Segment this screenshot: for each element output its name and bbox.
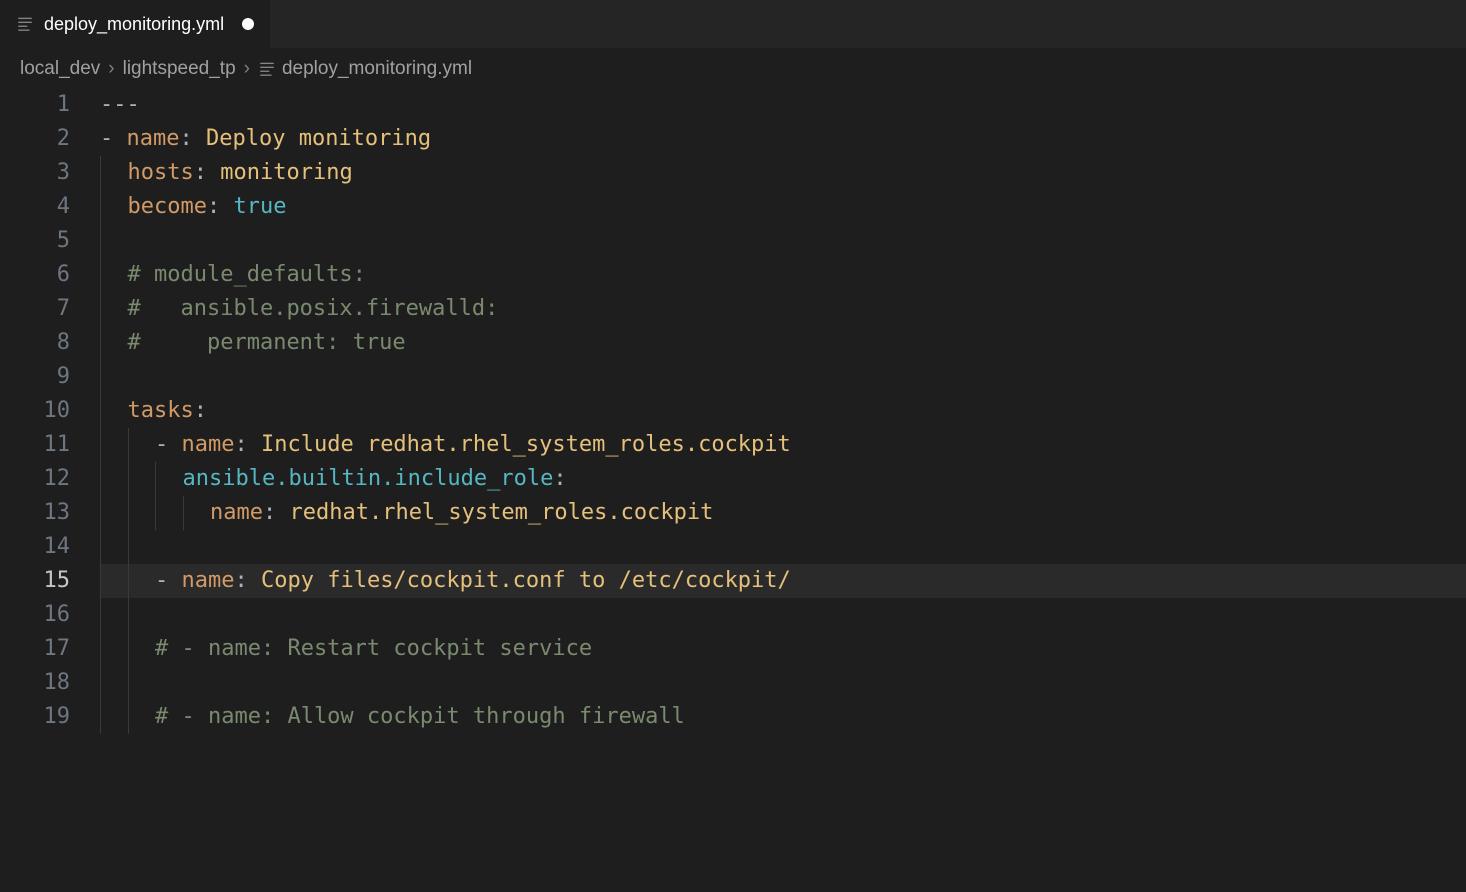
code-line[interactable] xyxy=(100,224,1466,258)
line-number: 5 xyxy=(0,224,70,258)
code-line[interactable] xyxy=(100,666,1466,700)
breadcrumb-item-file[interactable]: deploy_monitoring.yml xyxy=(258,58,472,80)
line-number: 4 xyxy=(0,190,70,224)
line-number: 15 xyxy=(0,564,70,598)
code-line[interactable]: - name: Include redhat.rhel_system_roles… xyxy=(100,428,1466,462)
code-line[interactable]: # ansible.posix.firewalld: xyxy=(100,292,1466,326)
tab-label: deploy_monitoring.yml xyxy=(44,14,224,35)
code-line[interactable] xyxy=(100,360,1466,394)
code-line[interactable]: # - name: Allow cockpit through firewall xyxy=(100,700,1466,734)
line-number: 18 xyxy=(0,666,70,700)
code-line[interactable]: hosts: monitoring xyxy=(100,156,1466,190)
code-line[interactable]: become: true xyxy=(100,190,1466,224)
code-line[interactable]: # module_defaults: xyxy=(100,258,1466,292)
file-lines-icon xyxy=(16,15,34,33)
breadcrumb-item[interactable]: lightspeed_tp xyxy=(123,58,236,80)
line-number: 13 xyxy=(0,496,70,530)
code-line[interactable]: # permanent: true xyxy=(100,326,1466,360)
tab-deploy-monitoring[interactable]: deploy_monitoring.yml xyxy=(0,0,271,48)
file-lines-icon xyxy=(258,60,276,78)
code-line[interactable] xyxy=(100,598,1466,632)
line-number: 6 xyxy=(0,258,70,292)
breadcrumb-item[interactable]: local_dev xyxy=(20,58,100,80)
code-line[interactable]: # - name: Restart cockpit service xyxy=(100,632,1466,666)
line-number: 8 xyxy=(0,326,70,360)
breadcrumb: local_dev › lightspeed_tp › deploy_monit… xyxy=(0,48,1466,88)
line-number: 3 xyxy=(0,156,70,190)
chevron-right-icon: › xyxy=(108,58,114,80)
line-number: 2 xyxy=(0,122,70,156)
line-number: 10 xyxy=(0,394,70,428)
line-number: 9 xyxy=(0,360,70,394)
code-line[interactable]: - name: Deploy monitoring xyxy=(100,122,1466,156)
chevron-right-icon: › xyxy=(244,58,250,80)
line-number: 14 xyxy=(0,530,70,564)
code-editor[interactable]: 12345678910111213141516171819 ---- name:… xyxy=(0,88,1466,734)
code-line[interactable]: tasks: xyxy=(100,394,1466,428)
line-number: 1 xyxy=(0,88,70,122)
tab-bar: deploy_monitoring.yml xyxy=(0,0,1466,48)
line-number: 11 xyxy=(0,428,70,462)
line-number-gutter: 12345678910111213141516171819 xyxy=(0,88,100,734)
modified-indicator-icon[interactable] xyxy=(242,18,254,30)
code-line[interactable]: name: redhat.rhel_system_roles.cockpit xyxy=(100,496,1466,530)
code-line[interactable] xyxy=(100,530,1466,564)
line-number: 17 xyxy=(0,632,70,666)
code-line[interactable]: --- xyxy=(100,88,1466,122)
line-number: 12 xyxy=(0,462,70,496)
code-line[interactable]: ansible.builtin.include_role: xyxy=(100,462,1466,496)
line-number: 19 xyxy=(0,700,70,734)
line-number: 16 xyxy=(0,598,70,632)
code-line[interactable]: - name: Copy files/cockpit.conf to /etc/… xyxy=(100,564,1466,598)
code-content[interactable]: ---- name: Deploy monitoring hosts: moni… xyxy=(100,88,1466,734)
line-number: 7 xyxy=(0,292,70,326)
